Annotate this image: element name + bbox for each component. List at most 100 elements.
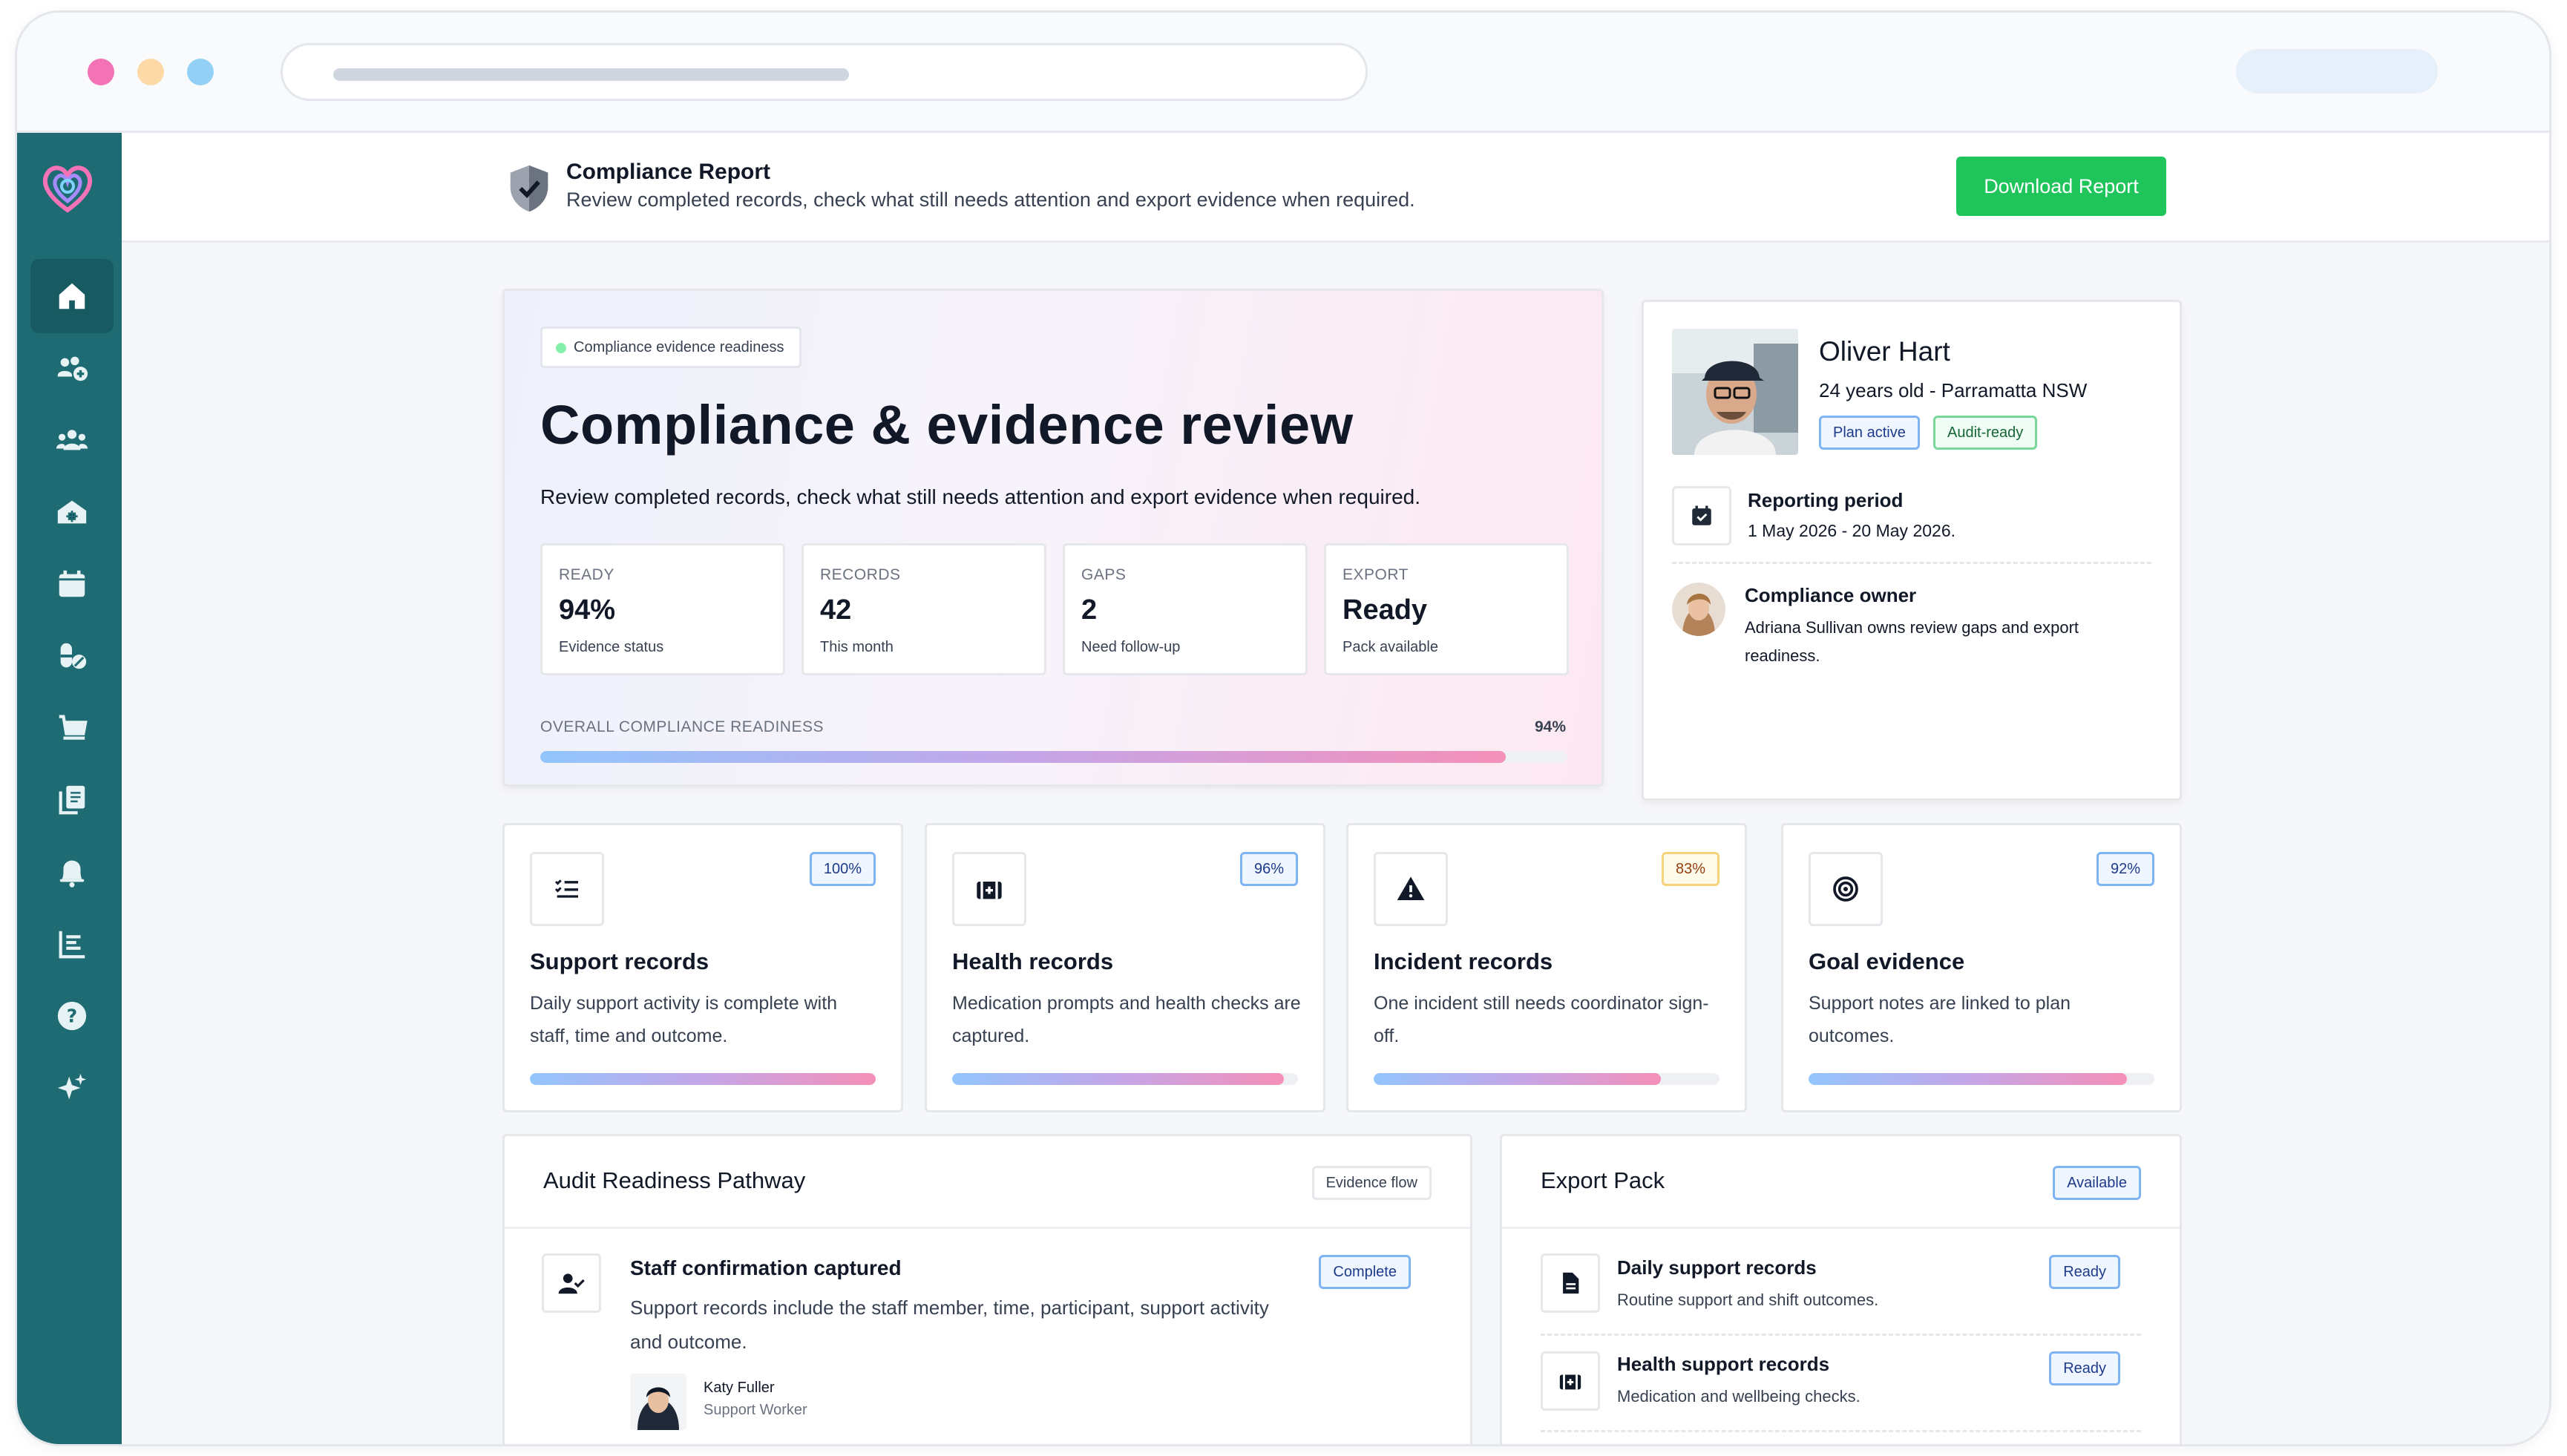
app-logo-icon[interactable] xyxy=(36,155,99,217)
sidebar-item-add-participant[interactable] xyxy=(30,331,114,405)
metric-icon-box xyxy=(1374,852,1448,926)
owner-avatar xyxy=(1672,583,1725,636)
metric-progress-bar xyxy=(1809,1073,2154,1085)
metric-card-incident-records[interactable]: 83% Incident records One incident still … xyxy=(1346,823,1747,1112)
sidebar-item-ai-assistant[interactable] xyxy=(30,1051,114,1125)
sidebar-item-reports[interactable] xyxy=(30,907,114,981)
stat-label: GAPS xyxy=(1081,566,1127,583)
close-window-dot[interactable] xyxy=(88,59,114,85)
metric-description: Daily support activity is complete with … xyxy=(530,993,838,1046)
sidebar-item-help[interactable]: ? xyxy=(30,979,114,1053)
export-row-title[interactable]: Daily support records xyxy=(1617,1256,1817,1279)
metric-title: Goal evidence xyxy=(1809,948,1965,974)
metric-progress-fill xyxy=(530,1073,876,1085)
minimize-window-dot[interactable] xyxy=(137,59,164,85)
metric-percent-badge: 96% xyxy=(1239,852,1298,886)
metric-card-support-records[interactable]: 100% Support records Daily support activ… xyxy=(502,823,903,1112)
address-bar[interactable] xyxy=(281,43,1368,101)
hero-description: Review completed records, check what sti… xyxy=(540,485,1420,508)
step-status-badge: Complete xyxy=(1319,1255,1411,1289)
step-description: Support records include the staff member… xyxy=(630,1296,1269,1353)
metric-title: Support records xyxy=(530,948,709,974)
sparkle-icon xyxy=(57,1073,87,1100)
metric-progress-fill xyxy=(952,1073,1285,1085)
metric-description: Support notes are linked to plan outcome… xyxy=(1809,993,2071,1046)
step-title: Staff confirmation captured xyxy=(630,1256,902,1279)
sidebar-item-medication[interactable] xyxy=(30,619,114,693)
metric-card-health-records[interactable]: 96% Health records Medication prompts an… xyxy=(925,823,1325,1112)
address-placeholder-line xyxy=(333,68,849,81)
sidebar-item-calendar[interactable] xyxy=(30,547,114,621)
metric-title: Incident records xyxy=(1374,948,1553,974)
browser-action-pill[interactable] xyxy=(2236,49,2438,94)
reporting-period-value: 1 May 2026 - 20 May 2026. xyxy=(1748,521,1955,540)
divider xyxy=(1672,562,2151,564)
metric-title: Health records xyxy=(952,948,1114,974)
metric-description: Medication prompts and health checks are… xyxy=(952,993,1301,1046)
export-row-description: Routine support and shift outcomes. xyxy=(1617,1291,1879,1309)
page-title: Compliance Report xyxy=(566,160,771,184)
export-row-status-badge: Ready xyxy=(2049,1351,2120,1386)
divider xyxy=(1541,1430,2141,1432)
export-row-description: Medication and wellbeing checks. xyxy=(1617,1387,1860,1406)
team-icon xyxy=(56,430,88,450)
stat-card-records: RECORDS 42 This month xyxy=(801,543,1046,675)
sidebar-item-homes[interactable] xyxy=(30,475,114,549)
participant-name: Oliver Hart xyxy=(1819,336,1950,367)
sidebar-item-purchases[interactable] xyxy=(30,691,114,765)
hero-title: Compliance & evidence review xyxy=(540,394,1354,456)
medical-kit-icon xyxy=(977,882,1002,899)
stat-card-gaps: GAPS 2 Need follow-up xyxy=(1063,543,1308,675)
browser-chrome xyxy=(17,13,2549,133)
stat-value: 42 xyxy=(820,594,852,626)
export-pack-card: Export Pack Available Daily support reco… xyxy=(1500,1134,2182,1444)
sidebar-item-documents[interactable] xyxy=(30,763,114,837)
house-icon xyxy=(57,500,87,524)
medication-icon xyxy=(60,643,87,669)
metric-description: One incident still needs coordinator sig… xyxy=(1374,993,1709,1046)
export-row-title[interactable]: Health support records xyxy=(1617,1353,1829,1376)
sidebar: ? xyxy=(17,133,122,1444)
maximize-window-dot[interactable] xyxy=(187,59,214,85)
participant-profile-card: Oliver Hart 24 years old - Parramatta NS… xyxy=(1642,300,2182,801)
checklist-icon xyxy=(554,879,578,898)
reporting-period-title: Reporting period xyxy=(1748,489,1904,511)
stat-caption: This month xyxy=(820,639,894,655)
users-add-icon xyxy=(57,356,88,381)
evidence-flow-tag[interactable]: Evidence flow xyxy=(1311,1166,1432,1200)
staff-name: Katy Fuller xyxy=(704,1380,775,1396)
participant-photo xyxy=(1672,329,1798,455)
compliance-owner-text: Adriana Sullivan owns review gaps and ex… xyxy=(1745,618,2079,665)
stat-label: READY xyxy=(559,566,614,583)
bell-icon xyxy=(59,860,85,888)
audit-ready-tag: Audit-ready xyxy=(1933,416,2038,450)
divider xyxy=(505,1227,1470,1229)
download-report-button[interactable]: Download Report xyxy=(1956,157,2166,216)
audit-readiness-pathway-card: Audit Readiness Pathway Evidence flow St… xyxy=(502,1134,1472,1444)
step-icon-box xyxy=(542,1253,601,1313)
sidebar-item-notifications[interactable] xyxy=(30,835,114,909)
export-row-status-badge: Ready xyxy=(2049,1255,2120,1289)
stat-value: 94% xyxy=(559,594,616,626)
stat-label: RECORDS xyxy=(820,566,901,583)
section-title: Export Pack xyxy=(1541,1167,1665,1193)
help-icon: ? xyxy=(57,1001,87,1031)
calendar-check-icon xyxy=(1692,505,1711,525)
page-subtitle: Review completed records, check what sti… xyxy=(566,188,1415,211)
metric-card-goal-evidence[interactable]: 92% Goal evidence Support notes are link… xyxy=(1781,823,2182,1112)
readiness-badge: Compliance evidence readiness xyxy=(540,327,801,368)
metric-progress-fill xyxy=(1809,1073,2127,1085)
user-check-icon xyxy=(558,1273,585,1294)
page-header: Compliance Report Review completed recor… xyxy=(122,133,2549,243)
staff-avatar xyxy=(630,1374,686,1430)
stat-card-ready: READY 94% Evidence status xyxy=(540,543,785,675)
sidebar-item-team[interactable] xyxy=(30,403,114,477)
medical-kit-icon xyxy=(1559,1374,1581,1390)
metric-percent-badge: 100% xyxy=(809,852,876,886)
sidebar-item-home[interactable] xyxy=(30,259,114,333)
section-title: Audit Readiness Pathway xyxy=(543,1167,806,1193)
staff-role: Support Worker xyxy=(704,1402,807,1418)
metric-icon-box xyxy=(530,852,604,926)
status-dot-icon xyxy=(556,343,566,353)
participant-meta: 24 years old - Parramatta NSW xyxy=(1819,379,2088,401)
